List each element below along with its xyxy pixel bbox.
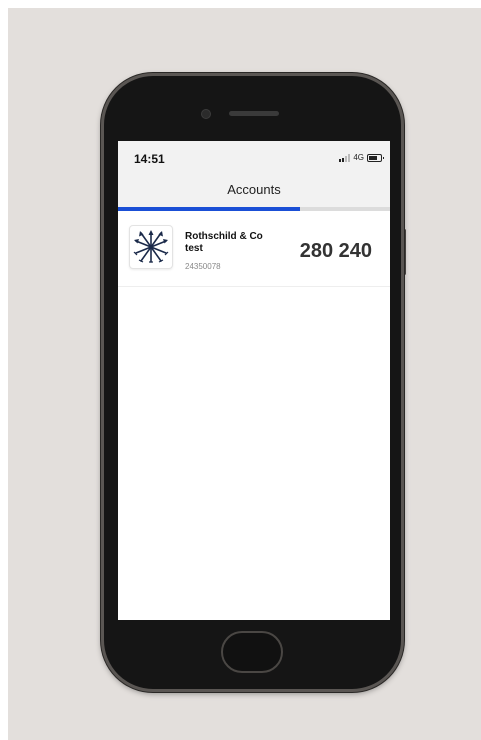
battery-icon — [367, 153, 384, 162]
nav-bar: Accounts — [118, 175, 390, 207]
camera — [201, 109, 211, 119]
speaker — [229, 111, 279, 116]
status-time: 14:51 — [134, 152, 165, 166]
account-number: 24350078 — [185, 262, 221, 271]
phone-screen: 14:51 4G Accounts Rothschild & Co test 2… — [118, 141, 390, 620]
signal-icon — [339, 153, 351, 162]
account-row[interactable]: Rothschild & Co test 24350078 280 240 — [118, 211, 390, 287]
network-label: 4G — [353, 153, 364, 162]
arrows-bundle-icon — [129, 225, 173, 269]
page-title: Accounts — [227, 182, 281, 197]
home-button[interactable] — [221, 631, 283, 673]
account-name: Rothschild & Co test — [185, 231, 263, 254]
status-indicators: 4G — [339, 153, 384, 162]
account-balance: 280 240 — [299, 240, 372, 262]
status-bar: 14:51 4G — [118, 141, 390, 175]
